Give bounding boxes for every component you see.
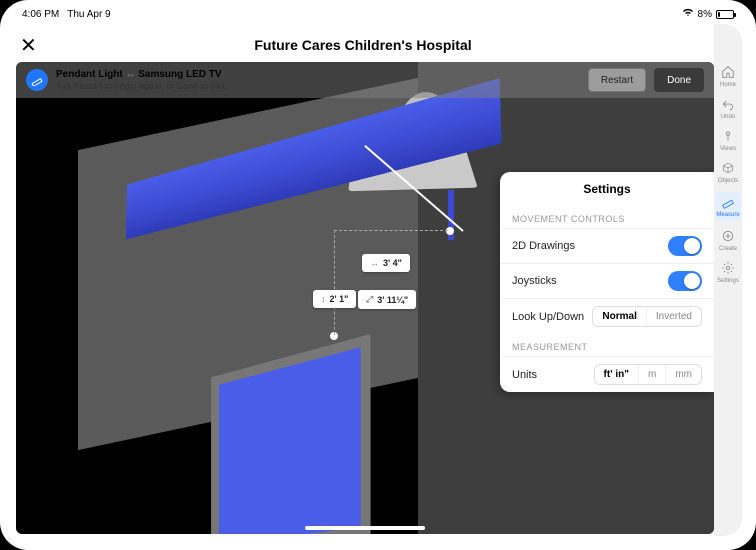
measurement-section-label: MEASUREMENT bbox=[500, 334, 714, 356]
measure-vert-guide bbox=[334, 230, 335, 335]
measure-endpoint-a[interactable] bbox=[446, 227, 454, 235]
rail-objects-label: Objects bbox=[718, 178, 738, 184]
measure-hint: Tap Restart to begin again, or Done to e… bbox=[56, 81, 580, 91]
settings-popover: Settings MOVEMENT CONTROLS 2D Drawings J… bbox=[500, 172, 714, 392]
look-inverted-option[interactable]: Inverted bbox=[646, 307, 701, 326]
close-button[interactable]: ✕ bbox=[20, 33, 37, 58]
measure-objects-label: Pendant Light ↔ Samsung LED TV bbox=[56, 69, 580, 81]
movement-section-label: MOVEMENT CONTROLS bbox=[500, 206, 714, 228]
toggle-joysticks[interactable] bbox=[668, 271, 702, 291]
right-sidebar: Home Undo Views Objects Measure Create S… bbox=[714, 24, 742, 536]
unit-mm-option[interactable]: mm bbox=[665, 365, 701, 384]
rail-settings-label: Settings bbox=[717, 278, 739, 284]
done-button[interactable]: Done bbox=[654, 68, 704, 92]
rail-create-label: Create bbox=[719, 246, 737, 252]
arrow-diag-icon: ⤢ bbox=[366, 294, 373, 305]
rail-measure-label: Measure bbox=[716, 212, 739, 218]
rail-measure[interactable]: Measure bbox=[715, 192, 741, 220]
row-units: Units ft' in" m mm bbox=[500, 356, 714, 392]
undo-icon bbox=[720, 96, 736, 112]
segmented-look[interactable]: Normal Inverted bbox=[592, 306, 702, 327]
objects-icon bbox=[720, 160, 736, 176]
arrow-vert-icon: ↕ bbox=[321, 294, 326, 304]
between-icon: ↔ bbox=[125, 69, 135, 80]
settings-title: Settings bbox=[500, 172, 714, 206]
app-frame: 4:06 PM Thu Apr 9 8% ✕ Future Cares Chil… bbox=[0, 0, 756, 550]
home-icon bbox=[720, 64, 736, 80]
3d-viewport[interactable]: ↔ 3' 4" ↕ 2' 1" ⤢ 3' 11¼" Pendant Light … bbox=[16, 62, 714, 534]
ruler-icon bbox=[26, 69, 48, 91]
rail-settings[interactable]: Settings bbox=[715, 260, 741, 284]
title-row: ✕ Future Cares Children's Hospital bbox=[0, 30, 726, 60]
status-time: 4:06 PM bbox=[22, 9, 59, 20]
measure-horiz-guide bbox=[334, 230, 448, 231]
battery-pct: 8% bbox=[698, 9, 712, 20]
unit-m-option[interactable]: m bbox=[638, 365, 665, 384]
status-bar: 4:06 PM Thu Apr 9 8% bbox=[0, 6, 756, 22]
battery-icon bbox=[716, 10, 734, 19]
rail-undo[interactable]: Undo bbox=[715, 96, 741, 120]
measure-label-diag: ⤢ 3' 11¼" bbox=[358, 290, 416, 309]
rail-views-label: Views bbox=[720, 146, 736, 152]
home-indicator[interactable] bbox=[305, 526, 425, 530]
measure-icon bbox=[720, 194, 736, 210]
row-joysticks: Joysticks bbox=[500, 263, 714, 298]
measure-label-vert: ↕ 2' 1" bbox=[313, 290, 356, 308]
rail-undo-label: Undo bbox=[721, 114, 735, 120]
look-normal-option[interactable]: Normal bbox=[593, 307, 645, 326]
arrow-horiz-icon: ↔ bbox=[370, 258, 379, 268]
rail-views[interactable]: Views bbox=[715, 128, 741, 152]
measure-label-horiz: ↔ 3' 4" bbox=[362, 254, 410, 272]
rail-home-label: Home bbox=[720, 82, 736, 88]
wifi-icon bbox=[682, 8, 694, 20]
row-look-updown: Look Up/Down Normal Inverted bbox=[500, 298, 714, 334]
row-2d-drawings: 2D Drawings bbox=[500, 228, 714, 263]
status-date: Thu Apr 9 bbox=[67, 9, 110, 20]
create-icon bbox=[720, 228, 736, 244]
page-title: Future Cares Children's Hospital bbox=[254, 37, 471, 53]
rail-create[interactable]: Create bbox=[715, 228, 741, 252]
rail-objects[interactable]: Objects bbox=[715, 160, 741, 184]
rail-home[interactable]: Home bbox=[715, 64, 741, 88]
settings-icon bbox=[720, 260, 736, 276]
unit-ftin-option[interactable]: ft' in" bbox=[595, 365, 638, 384]
views-icon bbox=[720, 128, 736, 144]
toggle-2d-drawings[interactable] bbox=[668, 236, 702, 256]
measure-overlay-bar: Pendant Light ↔ Samsung LED TV Tap Resta… bbox=[16, 62, 714, 98]
segmented-units[interactable]: ft' in" m mm bbox=[594, 364, 702, 385]
restart-button[interactable]: Restart bbox=[588, 68, 646, 92]
